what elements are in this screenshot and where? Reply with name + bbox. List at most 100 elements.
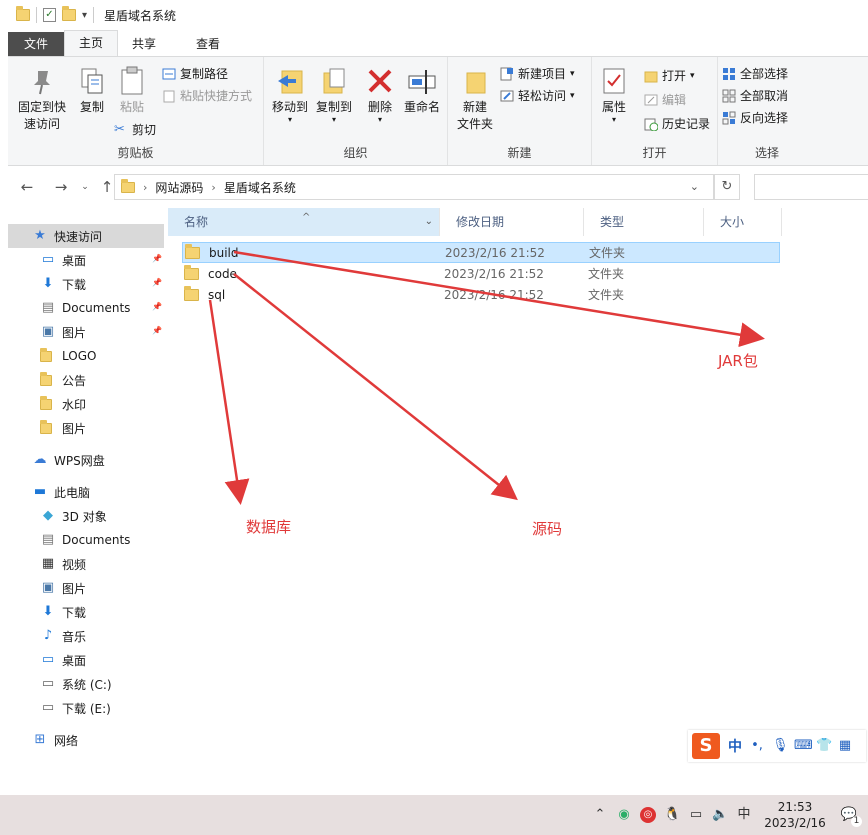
punctuation-icon[interactable]: •, xyxy=(750,739,764,753)
sidebar-item[interactable]: ◆ 3D 对象 xyxy=(0,504,164,528)
back-arrow-icon[interactable]: ← xyxy=(16,178,38,196)
sidebar-item[interactable]: ▤ Documents xyxy=(0,528,164,552)
chevron-down-icon[interactable]: ⌄ xyxy=(425,208,433,236)
sidebar-item[interactable]: ▭ 桌面 📌 xyxy=(0,248,164,272)
clock[interactable]: 21:53 2023/2/16 xyxy=(760,799,830,831)
download-icon: ⬇ xyxy=(42,604,54,619)
breadcrumb-separator-icon[interactable]: › xyxy=(211,181,215,194)
notification-center-icon[interactable]: 💬 1 xyxy=(838,807,862,827)
column-headers: 名称 ^ ⌄ 修改日期 类型 大小 xyxy=(168,208,788,236)
drive-icon: ▭ xyxy=(41,676,55,691)
file-row[interactable]: build 2023/2/16 21:52 文件夹 xyxy=(182,242,780,263)
tab-share[interactable]: 共享 xyxy=(118,32,170,56)
sidebar-item[interactable]: ▭ 系统 (C:) xyxy=(0,672,164,696)
sidebar-item-label: 图片 xyxy=(62,421,87,436)
properties-check-icon[interactable]: ✓ xyxy=(43,8,56,22)
open-button[interactable]: 打开 ▾ xyxy=(644,67,695,84)
sidebar-item[interactable]: ▭ 下载 (E:) xyxy=(0,696,164,720)
sogou-logo-icon[interactable]: S xyxy=(692,733,720,759)
sidebar-item[interactable]: ▤ Documents 📌 xyxy=(0,296,164,320)
sidebar-item[interactable]: ⬇ 下载 xyxy=(0,600,164,624)
search-input[interactable] xyxy=(754,174,868,200)
breadcrumb-separator-icon[interactable]: › xyxy=(143,181,147,194)
sidebar-item[interactable]: ♪ 音乐 xyxy=(0,624,164,648)
sidebar-item[interactable]: ▣ 图片 📌 xyxy=(0,320,164,344)
paste-shortcut-button[interactable]: 粘贴快捷方式 xyxy=(162,87,252,104)
ime-mode-indicator[interactable]: 中 xyxy=(728,736,742,756)
recent-locations-chevron-icon[interactable]: ⌄ xyxy=(74,182,96,192)
breadcrumb-item[interactable]: 网站源码 xyxy=(155,179,203,196)
move-to-button[interactable]: 移动到 ▾ xyxy=(268,65,312,124)
select-none-button[interactable]: 全部取消 xyxy=(722,87,788,104)
chevron-down-icon[interactable]: ⌄ xyxy=(690,180,699,193)
chevron-down-icon: ▾ xyxy=(287,115,292,124)
select-all-button[interactable]: 全部选择 xyxy=(722,65,788,82)
chevron-down-icon[interactable]: ▾ xyxy=(82,10,87,21)
notification-count-badge: 1 xyxy=(851,816,862,827)
breadcrumb-item[interactable]: 星盾域名系统 xyxy=(224,179,296,196)
invert-selection-button[interactable]: 反向选择 xyxy=(722,109,788,126)
keyboard-icon[interactable]: ⌨ xyxy=(794,739,813,753)
rename-button[interactable]: 重命名 xyxy=(400,65,444,116)
volume-icon[interactable]: 🔈 xyxy=(712,807,728,823)
netease-music-icon[interactable]: ◎ xyxy=(640,807,656,823)
open-group-label: 打开 xyxy=(642,146,667,160)
column-header-date[interactable]: 修改日期 xyxy=(440,208,584,236)
sidebar-item[interactable]: ⬇ 下载 📌 xyxy=(0,272,164,296)
properties-button[interactable]: 属性 ▾ xyxy=(596,65,632,124)
tab-file[interactable]: 文件 xyxy=(8,32,64,56)
sidebar-item[interactable]: ☁ WPS网盘 xyxy=(0,448,164,472)
sidebar-item[interactable]: 图片 xyxy=(0,416,164,440)
edit-button[interactable]: 编辑 xyxy=(644,91,686,108)
sidebar-item[interactable]: ▣ 图片 xyxy=(0,576,164,600)
cut-button[interactable]: ✂ 剪切 xyxy=(114,121,156,138)
organize-group: 移动到 ▾ 复制到 ▾ 删除 ▾ 重命名 组织 xyxy=(264,57,448,165)
tab-view[interactable]: 查看 xyxy=(170,32,234,56)
tab-home[interactable]: 主页 xyxy=(64,30,119,56)
input-language-indicator[interactable]: 中 xyxy=(736,807,752,823)
wechat-icon[interactable]: ◉ xyxy=(616,807,632,823)
copy-to-button[interactable]: 复制到 ▾ xyxy=(312,65,356,124)
sidebar-item-label: 系统 (C:) xyxy=(62,677,112,692)
delete-button[interactable]: 删除 ▾ xyxy=(362,65,398,124)
chevron-up-icon[interactable]: ⌃ xyxy=(592,807,608,823)
pin-quick-access-button[interactable]: 固定到快 速访问 xyxy=(12,65,72,133)
ime-toolbar: S 中 •, 🎙 ⌨ 👕 ▦ xyxy=(688,730,866,762)
column-type-label: 类型 xyxy=(600,215,625,229)
qq-icon[interactable]: 🐧 xyxy=(664,807,680,823)
new-folder-icon[interactable] xyxy=(62,6,76,21)
open-group: 属性 ▾ 打开 ▾ 编辑 历史记录 打开 xyxy=(592,57,718,165)
history-button[interactable]: 历史记录 xyxy=(644,115,710,132)
sidebar-item[interactable]: LOGO xyxy=(0,344,164,368)
paste-button[interactable]: 粘贴 xyxy=(112,65,152,116)
star-icon: ★ xyxy=(34,228,46,243)
sidebar-item[interactable]: ▭ 桌面 xyxy=(0,648,164,672)
sidebar-item[interactable]: ▬ 此电脑 xyxy=(0,480,164,504)
copy-path-button[interactable]: 复制路径 xyxy=(162,65,228,82)
column-header-name[interactable]: 名称 ^ ⌄ xyxy=(168,208,440,236)
toolbox-grid-icon[interactable]: ▦ xyxy=(838,739,852,753)
sidebar-item[interactable]: 水印 xyxy=(0,392,164,416)
copy-button[interactable]: 复制 xyxy=(72,65,112,116)
network-status-icon[interactable]: ▭ xyxy=(688,807,704,823)
file-row[interactable]: code 2023/2/16 21:52 文件夹 xyxy=(182,263,780,284)
column-header-size[interactable]: 大小 xyxy=(704,208,782,236)
easy-access-button[interactable]: 轻松访问 ▾ xyxy=(500,87,575,104)
address-bar[interactable]: › 网站源码 › 星盾域名系统 ⌄ xyxy=(114,174,714,200)
sidebar-item[interactable]: ▦ 视频 xyxy=(0,552,164,576)
new-item-button[interactable]: 新建项目 ▾ xyxy=(500,65,575,82)
sidebar-item[interactable]: ⊞ 网络 xyxy=(0,728,164,752)
microphone-icon[interactable]: 🎙 xyxy=(772,739,789,753)
folder-icon[interactable] xyxy=(16,6,30,21)
column-header-type[interactable]: 类型 xyxy=(584,208,704,236)
refresh-icon[interactable]: ↻ xyxy=(714,174,740,200)
arrow-code-to-source xyxy=(233,273,518,501)
file-row[interactable]: sql 2023/2/16 21:52 文件夹 xyxy=(182,284,780,305)
sidebar-item[interactable]: ★ 快速访问 xyxy=(8,224,164,248)
sidebar-item[interactable]: 公告 xyxy=(0,368,164,392)
forward-arrow-icon[interactable]: → xyxy=(50,178,72,196)
navigation-bar: ← → ⌄ ↑ › 网站源码 › 星盾域名系统 ⌄ ↻ xyxy=(0,168,868,206)
chevron-down-icon: ▾ xyxy=(690,70,695,81)
new-folder-button[interactable]: 新建 文件夹 xyxy=(452,65,498,133)
skin-shirt-icon[interactable]: 👕 xyxy=(816,739,832,753)
